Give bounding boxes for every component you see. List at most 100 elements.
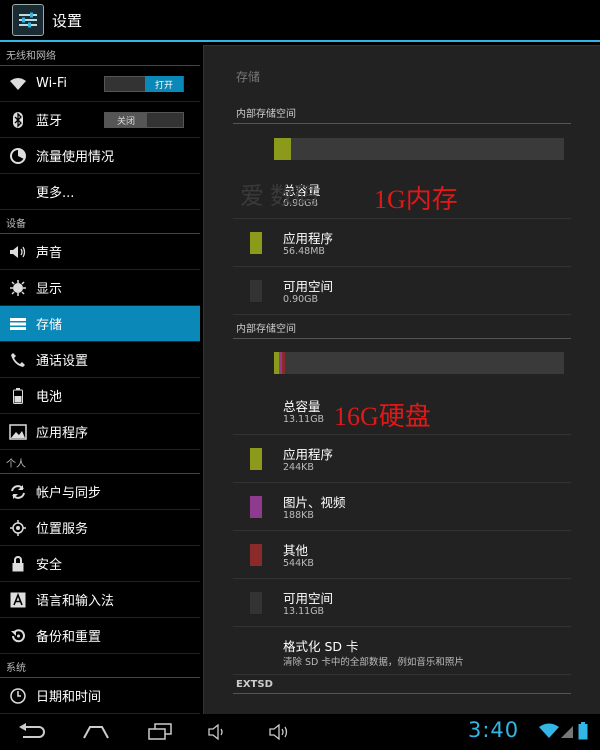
format-sd-row[interactable]: 格式化 SD 卡 清除 SD 卡中的全部数据，例如音乐和照片 — [233, 628, 571, 675]
sidebar-item-storage[interactable]: 存储 — [0, 306, 200, 342]
section-header-internal-2: 内部存储空间 — [233, 319, 571, 339]
sidebar-item-label: 存储 — [36, 318, 63, 333]
cell-signal-icon — [560, 724, 574, 743]
sidebar-item-location[interactable]: 位置服务 — [0, 510, 200, 546]
sidebar-item-backup-reset[interactable]: 备份和重置 — [0, 618, 200, 654]
media-swatch — [250, 496, 262, 518]
total-value: 13.11GB — [283, 414, 325, 425]
sidebar-item-label: 电池 — [36, 390, 63, 405]
battery-icon — [0, 378, 36, 414]
sidebar-item-label: 安全 — [36, 558, 63, 573]
apps-label: 应用程序 — [283, 231, 334, 246]
apps-usage-row[interactable]: 应用程序 244KB — [233, 436, 571, 483]
sidebar-item-security[interactable]: 安全 — [0, 546, 200, 582]
storage-icon — [0, 306, 36, 342]
page-title: 设置 — [52, 11, 83, 30]
sync-icon — [0, 474, 36, 510]
wifi-signal-icon — [538, 723, 560, 743]
other-label: 其他 — [283, 543, 309, 558]
free-space-row: 可用空间 0.90GB — [233, 268, 571, 315]
sidebar-item-label: 蓝牙 — [36, 114, 63, 129]
sidebar-item-label: 语言和输入法 — [36, 594, 115, 609]
battery-status-icon — [578, 722, 588, 744]
free-label: 可用空间 — [283, 279, 334, 294]
data-usage-icon — [0, 138, 36, 174]
other-value: 544KB — [283, 558, 314, 569]
usage-bar-segment — [274, 138, 291, 160]
sidebar-item-label: 日期和时间 — [36, 690, 102, 705]
toggle-on-label: 打开 — [145, 76, 183, 92]
sidebar-item-label: 流量使用情况 — [36, 150, 115, 165]
format-sd-description: 清除 SD 卡中的全部数据，例如音乐和照片 — [283, 657, 464, 668]
other-swatch — [250, 544, 262, 566]
usage-bar-internal-1 — [274, 138, 564, 160]
settings-sidebar: 无线和网络 Wi-Fi 打开 蓝牙 关闭 流量使用情况 更多... 设备 声音 — [0, 42, 200, 714]
sidebar-item-date-time[interactable]: 日期和时间 — [0, 678, 200, 714]
recent-apps-button[interactable] — [142, 720, 178, 744]
sidebar-item-more[interactable]: 更多... — [0, 174, 200, 210]
section-header-device: 设备 — [0, 210, 200, 234]
sidebar-item-data-usage[interactable]: 流量使用情况 — [0, 138, 200, 174]
free-swatch — [250, 280, 262, 302]
wifi-toggle[interactable]: 打开 — [104, 76, 184, 92]
sidebar-item-language-input[interactable]: 语言和输入法 — [0, 582, 200, 618]
brightness-icon — [0, 270, 36, 306]
format-sd-label: 格式化 SD 卡 — [283, 639, 359, 654]
apps-swatch — [250, 448, 262, 470]
annotation-disk: 16G硬盘 — [334, 402, 431, 431]
sidebar-item-label: 通话设置 — [36, 354, 89, 369]
back-button[interactable] — [14, 720, 50, 744]
media-label: 图片、视频 — [283, 495, 346, 510]
wifi-icon — [0, 66, 36, 102]
apps-value: 56.48MB — [283, 246, 325, 257]
lock-icon — [0, 546, 36, 582]
status-clock: 3:40 — [468, 718, 520, 742]
section-header-internal-1: 内部存储空间 — [233, 104, 571, 124]
apps-usage-row[interactable]: 应用程序 56.48MB — [233, 220, 571, 267]
section-header-wireless: 无线和网络 — [0, 42, 200, 66]
volume-down-button[interactable] — [204, 720, 234, 744]
apps-value: 244KB — [283, 462, 314, 473]
sidebar-item-label: 应用程序 — [36, 426, 89, 441]
storage-pane: 存储 内部存储空间 总容量 0.98GB 应用程序 56.48MB 可用空间 0… — [200, 42, 600, 715]
media-usage-row[interactable]: 图片、视频 188KB — [233, 484, 571, 531]
action-bar: 设置 — [0, 0, 600, 42]
free-swatch — [250, 592, 262, 614]
clock-icon — [0, 678, 36, 714]
sidebar-item-label: 显示 — [36, 282, 63, 297]
sidebar-item-bluetooth[interactable]: 蓝牙 关闭 — [0, 102, 200, 138]
volume-up-button[interactable] — [266, 720, 296, 744]
bluetooth-toggle[interactable]: 关闭 — [104, 112, 184, 128]
phone-icon — [0, 342, 36, 378]
section-header-personal: 个人 — [0, 450, 200, 474]
sidebar-item-display[interactable]: 显示 — [0, 270, 200, 306]
sidebar-item-label: 更多... — [36, 186, 75, 201]
free-value: 13.11GB — [283, 606, 325, 617]
sidebar-item-apps[interactable]: 应用程序 — [0, 414, 200, 450]
annotation-ram: 1G内存 — [374, 185, 458, 214]
toggle-off-label: 关闭 — [105, 112, 147, 128]
usage-bar-segment — [282, 352, 285, 374]
bluetooth-icon — [0, 102, 36, 138]
apps-label: 应用程序 — [283, 447, 334, 462]
sidebar-item-battery[interactable]: 电池 — [0, 378, 200, 414]
sidebar-item-accounts-sync[interactable]: 帐户与同步 — [0, 474, 200, 510]
section-header-system: 系统 — [0, 654, 200, 678]
usage-bar-internal-2 — [274, 352, 564, 374]
free-value: 0.90GB — [283, 294, 319, 305]
apps-icon — [0, 414, 36, 450]
backup-icon — [0, 618, 36, 654]
location-icon — [0, 510, 36, 546]
sidebar-item-call-settings[interactable]: 通话设置 — [0, 342, 200, 378]
home-button[interactable] — [78, 720, 114, 744]
settings-sliders-icon[interactable] — [12, 4, 44, 36]
free-label: 可用空间 — [283, 591, 334, 606]
sidebar-item-wifi[interactable]: Wi-Fi 打开 — [0, 66, 200, 102]
sidebar-item-label: 声音 — [36, 246, 63, 261]
other-usage-row[interactable]: 其他 544KB — [233, 532, 571, 579]
keyboard-icon — [0, 582, 36, 618]
free-space-row: 可用空间 13.11GB — [233, 580, 571, 627]
sidebar-item-label: 帐户与同步 — [36, 486, 102, 501]
sidebar-item-sound[interactable]: 声音 — [0, 234, 200, 270]
sidebar-item-label: 位置服务 — [36, 522, 89, 537]
